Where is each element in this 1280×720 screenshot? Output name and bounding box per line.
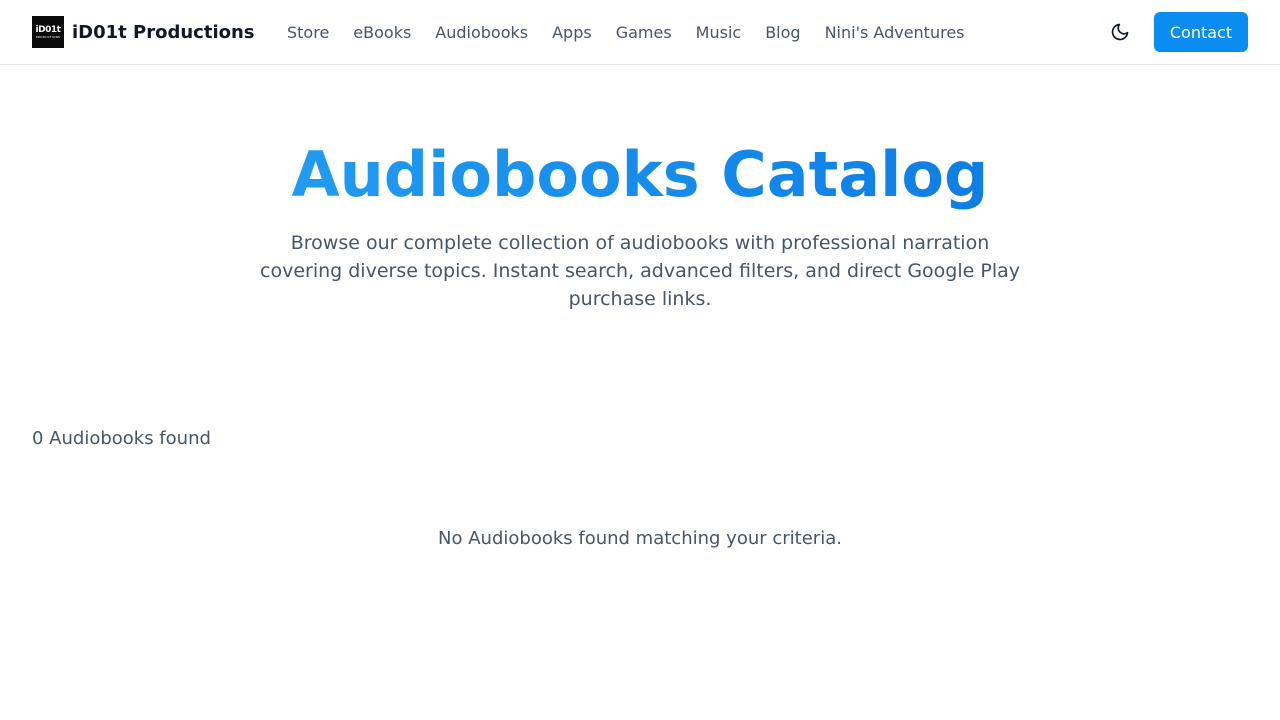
nav-link-ninis-adventures[interactable]: Nini's Adventures	[825, 23, 965, 42]
nav-link-blog[interactable]: Blog	[765, 23, 800, 42]
brand-logo: iD01t PRODUCTIONS	[32, 16, 64, 48]
brand-home-link[interactable]: iD01t PRODUCTIONS iD01t Productions	[32, 16, 255, 48]
nav-link-apps[interactable]: Apps	[552, 23, 592, 42]
page-subtitle: Browse our complete collection of audiob…	[260, 232, 1020, 310]
nav-link-ebooks[interactable]: eBooks	[353, 23, 411, 42]
theme-toggle-button[interactable]	[1106, 18, 1134, 46]
empty-state-message: No Audiobooks found matching your criter…	[438, 528, 842, 549]
page-title-text: Audiobooks Catalog	[291, 138, 989, 211]
main-nav: Store eBooks Audiobooks Apps Games Music…	[287, 0, 989, 64]
results-count: 0 Audiobooks found	[32, 428, 211, 449]
top-navbar: iD01t PRODUCTIONS iD01t Productions Stor…	[0, 0, 1280, 65]
nav-link-music[interactable]: Music	[696, 23, 742, 42]
nav-link-games[interactable]: Games	[616, 23, 672, 42]
brand-logo-subtext: PRODUCTIONS	[35, 34, 61, 39]
brand-logo-text: iD01t	[35, 24, 61, 35]
moon-icon	[1111, 23, 1129, 41]
nav-link-store[interactable]: Store	[287, 23, 329, 42]
page-title: Audiobooks Catalog	[0, 138, 1280, 212]
brand-name: iD01t Productions	[72, 21, 255, 43]
nav-link-audiobooks[interactable]: Audiobooks	[435, 23, 528, 42]
contact-button[interactable]: Contact	[1154, 12, 1248, 52]
